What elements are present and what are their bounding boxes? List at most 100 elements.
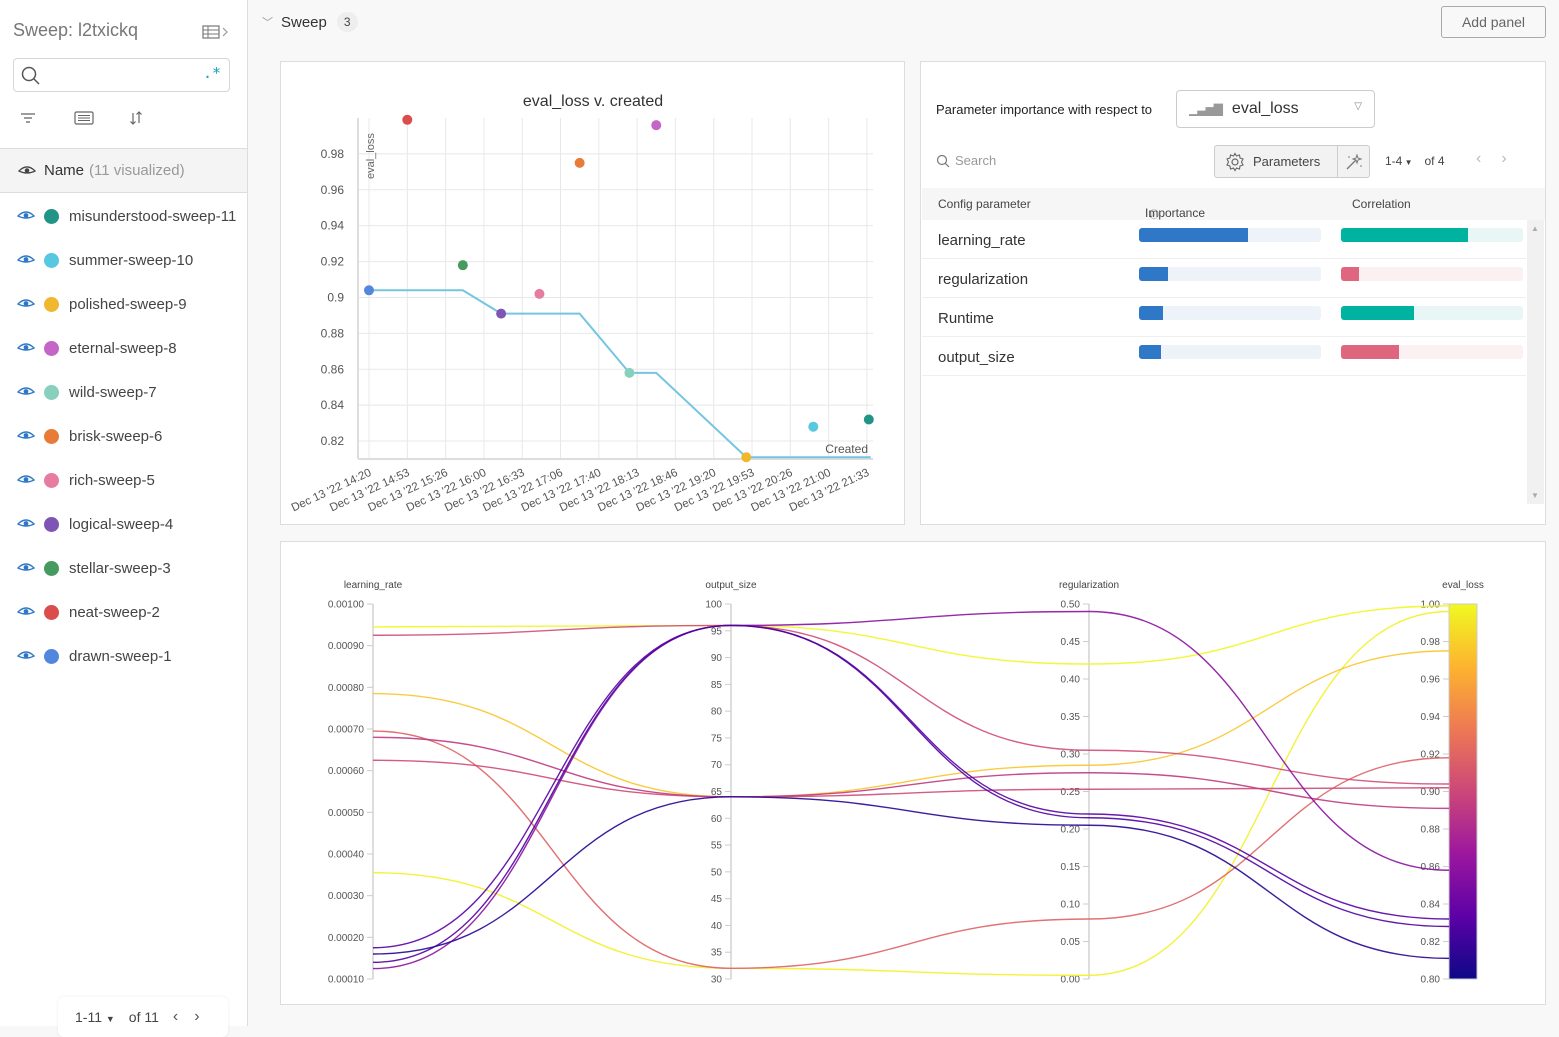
run-item[interactable]: brisk-sweep-6 [0, 414, 247, 458]
run-color-dot[interactable] [44, 208, 59, 224]
scroll-down-icon[interactable]: ▼ [1531, 491, 1539, 500]
importance-bar [1139, 345, 1321, 359]
axis-tick-label: 0.00070 [328, 725, 365, 736]
eye-icon[interactable] [17, 518, 35, 530]
run-color-dot[interactable] [44, 340, 59, 356]
prev-page-button[interactable]: ‹ [1476, 150, 1481, 168]
sort-button[interactable] [128, 108, 182, 128]
gear-icon [1226, 151, 1244, 172]
parameters-button[interactable]: Parameters [1214, 145, 1338, 178]
axis-tick-label: 0.00020 [328, 933, 365, 944]
run-color-dot[interactable] [44, 296, 59, 312]
page-size-select[interactable]: 1-11 ▼ [75, 1009, 115, 1025]
eye-icon[interactable] [17, 474, 35, 486]
scroll-up-icon[interactable]: ▲ [1531, 224, 1539, 233]
run-item[interactable]: summer-sweep-10 [0, 238, 247, 282]
importance-bar-fill [1139, 228, 1249, 242]
search-icon [936, 154, 950, 167]
run-color-dot[interactable] [44, 252, 59, 268]
run-name: misunderstood-sweep-11 [69, 207, 237, 225]
run-item[interactable]: neat-sweep-2 [0, 590, 247, 634]
correlation-bar [1341, 228, 1523, 242]
metric-select[interactable]: ▁▃▅▇ eval_loss ▽ [1176, 90, 1375, 128]
runs-table-header: Name (11 visualized) [0, 148, 247, 193]
next-page-button[interactable]: › [1501, 150, 1506, 168]
axis-tick-label: 0.88 [1421, 825, 1441, 836]
run-color-dot[interactable] [44, 472, 59, 488]
correlation-bar [1341, 345, 1523, 359]
correlation-bar-fill [1341, 267, 1360, 281]
eye-icon[interactable] [18, 165, 36, 177]
eye-icon[interactable] [17, 430, 35, 442]
axis-tick-label: 0.00060 [328, 766, 365, 777]
axis-tick-label: 0.82 [1421, 937, 1441, 948]
param-search[interactable]: Search [936, 153, 996, 168]
run-item[interactable]: polished-sweep-9 [0, 282, 247, 326]
run-color-dot[interactable] [44, 428, 59, 444]
eye-icon[interactable] [17, 606, 35, 618]
importance-row[interactable]: regularization [922, 259, 1526, 298]
run-item[interactable]: rich-sweep-5 [0, 458, 247, 502]
run-item[interactable]: stellar-sweep-3 [0, 546, 247, 590]
importance-row[interactable]: learning_rate [922, 220, 1526, 259]
colorbar [1448, 603, 1478, 980]
metric-select-value: eval_loss [1231, 100, 1299, 117]
y-tick-label: 0.86 [321, 362, 345, 376]
run-item[interactable]: wild-sweep-7 [0, 370, 247, 414]
run-item[interactable]: misunderstood-sweep-11 [0, 194, 247, 238]
run-color-dot[interactable] [44, 648, 59, 664]
axis-tick-label: 0.80 [1421, 975, 1441, 986]
next-page-button[interactable]: › [194, 1008, 199, 1026]
sidebar-toolbar [20, 108, 182, 128]
prev-page-button[interactable]: ‹ [173, 1008, 178, 1026]
group-button[interactable] [74, 108, 128, 128]
param-search-placeholder: Search [955, 153, 997, 168]
axis-tick-label: 0.98 [1421, 637, 1441, 648]
axis-tick-label: 1.00 [1421, 600, 1441, 611]
importance-row[interactable]: Runtime [922, 298, 1526, 337]
run-name: eternal-sweep-8 [69, 339, 177, 357]
magic-wand-icon [1346, 152, 1363, 169]
regex-toggle-icon[interactable]: .* [203, 64, 221, 82]
run-color-dot[interactable] [44, 604, 59, 620]
axis-title: eval_loss [1442, 580, 1484, 591]
eye-icon[interactable] [17, 562, 35, 574]
eye-icon[interactable] [17, 298, 35, 310]
eye-icon[interactable] [17, 342, 35, 354]
importance-scrollbar[interactable]: ▲ ▼ [1527, 220, 1544, 504]
filter-button[interactable] [20, 108, 74, 128]
table-expand-icon[interactable] [202, 24, 230, 40]
run-line [372, 624, 1450, 949]
axis-tick-label: 30 [711, 975, 723, 986]
chevron-down-icon[interactable]: ﹀ [262, 14, 273, 30]
axis-tick-label: 90 [711, 653, 723, 664]
run-name: brisk-sweep-6 [69, 427, 163, 445]
run-name: stellar-sweep-3 [69, 559, 171, 577]
run-color-dot[interactable] [44, 384, 59, 400]
param-page-size[interactable]: 1-4 ▼ [1385, 154, 1412, 168]
axis-tick-label: 0.30 [1061, 750, 1081, 761]
col-correlation[interactable]: Correlation [1352, 197, 1411, 211]
eye-icon[interactable] [17, 650, 35, 662]
section-header[interactable]: ﹀ Sweep 3 [262, 12, 358, 32]
run-item[interactable]: eternal-sweep-8 [0, 326, 247, 370]
scatter-point [741, 452, 752, 463]
axis-tick-label: 0.20 [1061, 825, 1081, 836]
run-search[interactable]: .* [13, 58, 230, 92]
importance-bar-fill [1139, 267, 1169, 281]
eye-icon[interactable] [17, 254, 35, 266]
add-panel-button[interactable]: Add panel [1441, 6, 1546, 38]
param-page-total: of 4 [1424, 154, 1445, 168]
eye-icon[interactable] [17, 386, 35, 398]
run-color-dot[interactable] [44, 560, 59, 576]
run-item[interactable]: logical-sweep-4 [0, 502, 247, 546]
importance-row[interactable]: output_size [922, 337, 1526, 376]
axis-tick-label: 0.10 [1061, 900, 1081, 911]
run-color-dot[interactable] [44, 516, 59, 532]
run-search-input[interactable] [48, 64, 198, 86]
run-item[interactable]: drawn-sweep-1 [0, 634, 247, 678]
auto-select-button[interactable] [1337, 145, 1370, 178]
axis-tick-label: 95 [711, 626, 723, 637]
eye-icon[interactable] [17, 210, 35, 222]
name-column-label[interactable]: Name [44, 162, 84, 179]
